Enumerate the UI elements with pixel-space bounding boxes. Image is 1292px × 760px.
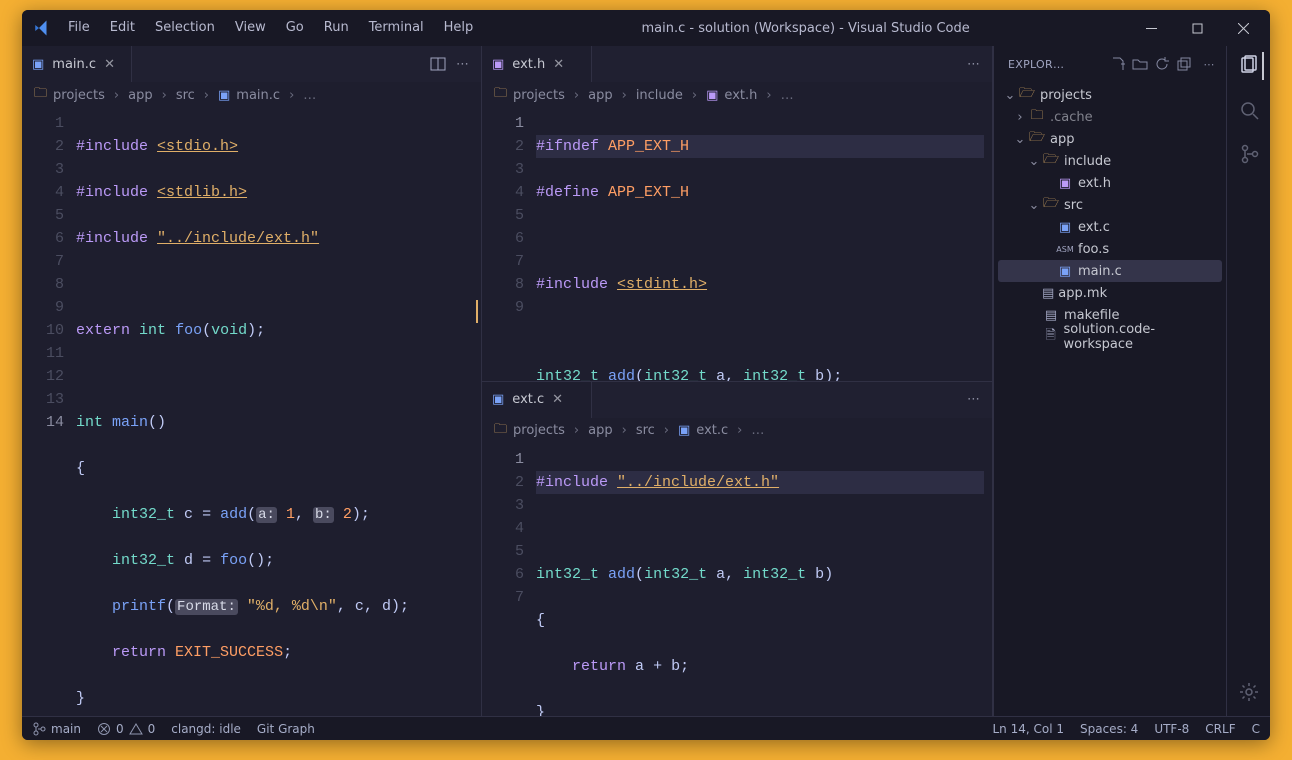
refresh-icon[interactable] bbox=[1154, 56, 1176, 72]
status-encoding[interactable]: UTF-8 bbox=[1154, 722, 1189, 736]
h-file-icon: ▣ bbox=[706, 88, 718, 103]
c-file-icon: ▣ bbox=[1056, 220, 1074, 235]
status-cursor-position[interactable]: Ln 14, Col 1 bbox=[992, 722, 1064, 736]
new-folder-icon[interactable] bbox=[1132, 56, 1154, 72]
tree-root-projects[interactable]: ⌄🗁projects bbox=[998, 84, 1222, 106]
folder-open-icon: 🗁 bbox=[1042, 194, 1060, 216]
tree-item-ext-h[interactable]: ▣ext.h bbox=[998, 172, 1222, 194]
editor-main-c[interactable]: 123 456 789 101112 1314 #include <stdio.… bbox=[22, 108, 481, 716]
modified-indicator bbox=[476, 300, 478, 323]
editor-group-2: ▣ ext.h ✕ ⋯ 🗀 projects app include bbox=[482, 46, 992, 382]
tree-item-main-c[interactable]: ▣main.c bbox=[998, 260, 1222, 282]
editor-group-3: ▣ ext.c ✕ ⋯ 🗀 projects app src bbox=[482, 382, 992, 717]
c-file-icon: ▣ bbox=[678, 423, 690, 438]
c-file-icon: ▣ bbox=[492, 392, 504, 407]
more-actions-icon[interactable]: ⋯ bbox=[456, 57, 469, 72]
asm-file-icon: ASM bbox=[1056, 245, 1074, 254]
code-main[interactable]: #include <stdio.h> #include <stdlib.h> #… bbox=[76, 108, 481, 716]
tree-item-src[interactable]: ⌄🗁src bbox=[998, 194, 1222, 216]
tree-item-workspace[interactable]: 🗎solution.code-workspace bbox=[998, 326, 1222, 348]
folder-icon: 🗀 bbox=[1028, 106, 1046, 128]
breadcrumbs-exth[interactable]: 🗀 projects app include ▣ ext.h bbox=[482, 82, 992, 108]
tree-item-app[interactable]: ⌄🗁app bbox=[998, 128, 1222, 150]
c-file-icon: ▣ bbox=[32, 57, 44, 72]
editor-ext-c[interactable]: 123 456 7 #include "../include/ext.h" in… bbox=[482, 444, 992, 717]
folder-open-icon: 🗁 bbox=[1018, 84, 1036, 106]
explorer-tree: ⌄🗁projects ›🗀.cache ⌄🗁app ⌄🗁include ▣ext… bbox=[994, 82, 1226, 352]
tree-item-foo-s[interactable]: ASMfoo.s bbox=[998, 238, 1222, 260]
close-button[interactable] bbox=[1220, 10, 1266, 46]
close-icon[interactable]: ✕ bbox=[552, 392, 563, 407]
activity-search-icon[interactable] bbox=[1235, 96, 1263, 124]
mk-file-icon: ▤ bbox=[1042, 286, 1054, 301]
editor-ext-h[interactable]: 123 456 789 #ifndef APP_EXT_H #define AP… bbox=[482, 108, 992, 381]
menu-file[interactable]: File bbox=[58, 10, 100, 46]
explorer-panel: EXPLOR… ⋯ ⌄🗁projects ›🗀.cache ⌄🗁app ⌄🗁in… bbox=[994, 46, 1226, 716]
window-title: main.c - solution (Workspace) - Visual S… bbox=[483, 21, 1128, 36]
menu-help[interactable]: Help bbox=[434, 10, 484, 46]
status-eol[interactable]: CRLF bbox=[1205, 722, 1235, 736]
split-editor-icon[interactable] bbox=[430, 56, 446, 72]
tab-label: ext.c bbox=[512, 392, 544, 407]
tree-item-cache[interactable]: ›🗀.cache bbox=[998, 106, 1222, 128]
minimize-button[interactable] bbox=[1128, 10, 1174, 46]
tab-main-c[interactable]: ▣ main.c ✕ bbox=[22, 46, 132, 82]
menu-edit[interactable]: Edit bbox=[100, 10, 145, 46]
status-indentation[interactable]: Spaces: 4 bbox=[1080, 722, 1138, 736]
collapse-all-icon[interactable] bbox=[1176, 56, 1198, 72]
tab-ext-c[interactable]: ▣ ext.c ✕ bbox=[482, 382, 592, 418]
explorer-title: EXPLOR… bbox=[1008, 58, 1110, 71]
menu-go[interactable]: Go bbox=[276, 10, 314, 46]
h-file-icon: ▣ bbox=[1056, 176, 1074, 191]
status-problems[interactable]: 0 0 bbox=[97, 722, 155, 736]
breadcrumbs-extc[interactable]: 🗀 projects app src ▣ ext.c bbox=[482, 418, 992, 444]
window-controls bbox=[1128, 10, 1266, 46]
vscode-logo-icon bbox=[26, 12, 58, 44]
more-actions-icon[interactable]: ⋯ bbox=[967, 392, 980, 407]
menu-selection[interactable]: Selection bbox=[145, 10, 225, 46]
menu-run[interactable]: Run bbox=[314, 10, 359, 46]
menu-terminal[interactable]: Terminal bbox=[359, 10, 434, 46]
menubar: File Edit Selection View Go Run Terminal… bbox=[58, 10, 483, 46]
folder-icon: 🗀 bbox=[34, 84, 47, 106]
activity-settings-icon[interactable] bbox=[1235, 678, 1263, 706]
status-branch[interactable]: main bbox=[32, 722, 81, 736]
new-file-icon[interactable] bbox=[1110, 56, 1132, 72]
close-icon[interactable]: ✕ bbox=[104, 57, 115, 72]
folder-icon: 🗀 bbox=[494, 84, 507, 106]
folder-open-icon: 🗁 bbox=[1042, 150, 1060, 172]
statusbar: main 0 0 clangd: idle Git Graph Ln 14, C… bbox=[22, 716, 1270, 740]
c-file-icon: ▣ bbox=[1056, 264, 1074, 279]
activity-bar bbox=[1226, 46, 1270, 716]
workspace-file-icon: 🗎 bbox=[1042, 326, 1060, 348]
breadcrumbs-main[interactable]: 🗀 projects app src ▣ main.c bbox=[22, 82, 481, 108]
c-file-icon: ▣ bbox=[218, 88, 230, 103]
tab-ext-h[interactable]: ▣ ext.h ✕ bbox=[482, 46, 592, 82]
close-icon[interactable]: ✕ bbox=[553, 57, 564, 72]
vscode-window: File Edit Selection View Go Run Terminal… bbox=[22, 10, 1270, 740]
tree-item-include[interactable]: ⌄🗁include bbox=[998, 150, 1222, 172]
titlebar: File Edit Selection View Go Run Terminal… bbox=[22, 10, 1270, 46]
status-clangd[interactable]: clangd: idle bbox=[171, 722, 241, 736]
tree-item-ext-c[interactable]: ▣ext.c bbox=[998, 216, 1222, 238]
folder-open-icon: 🗁 bbox=[1028, 128, 1046, 150]
gutter: 123 456 789 101112 1314 bbox=[22, 108, 76, 716]
menu-view[interactable]: View bbox=[225, 10, 276, 46]
tree-item-app-mk[interactable]: ▤app.mk bbox=[998, 282, 1222, 304]
status-gitgraph[interactable]: Git Graph bbox=[257, 722, 315, 736]
h-file-icon: ▣ bbox=[492, 57, 504, 72]
status-language[interactable]: C bbox=[1252, 722, 1260, 736]
makefile-icon: ▤ bbox=[1042, 308, 1060, 323]
activity-explorer-icon[interactable] bbox=[1236, 52, 1264, 80]
more-icon[interactable]: ⋯ bbox=[1198, 58, 1220, 71]
maximize-button[interactable] bbox=[1174, 10, 1220, 46]
activity-source-control-icon[interactable] bbox=[1235, 140, 1263, 168]
tab-label: main.c bbox=[52, 57, 96, 72]
editor-group-1: ▣ main.c ✕ ⋯ 🗀 projects app src ▣ bbox=[22, 46, 482, 716]
more-actions-icon[interactable]: ⋯ bbox=[967, 57, 980, 72]
folder-icon: 🗀 bbox=[494, 420, 507, 442]
tab-label: ext.h bbox=[512, 57, 545, 72]
